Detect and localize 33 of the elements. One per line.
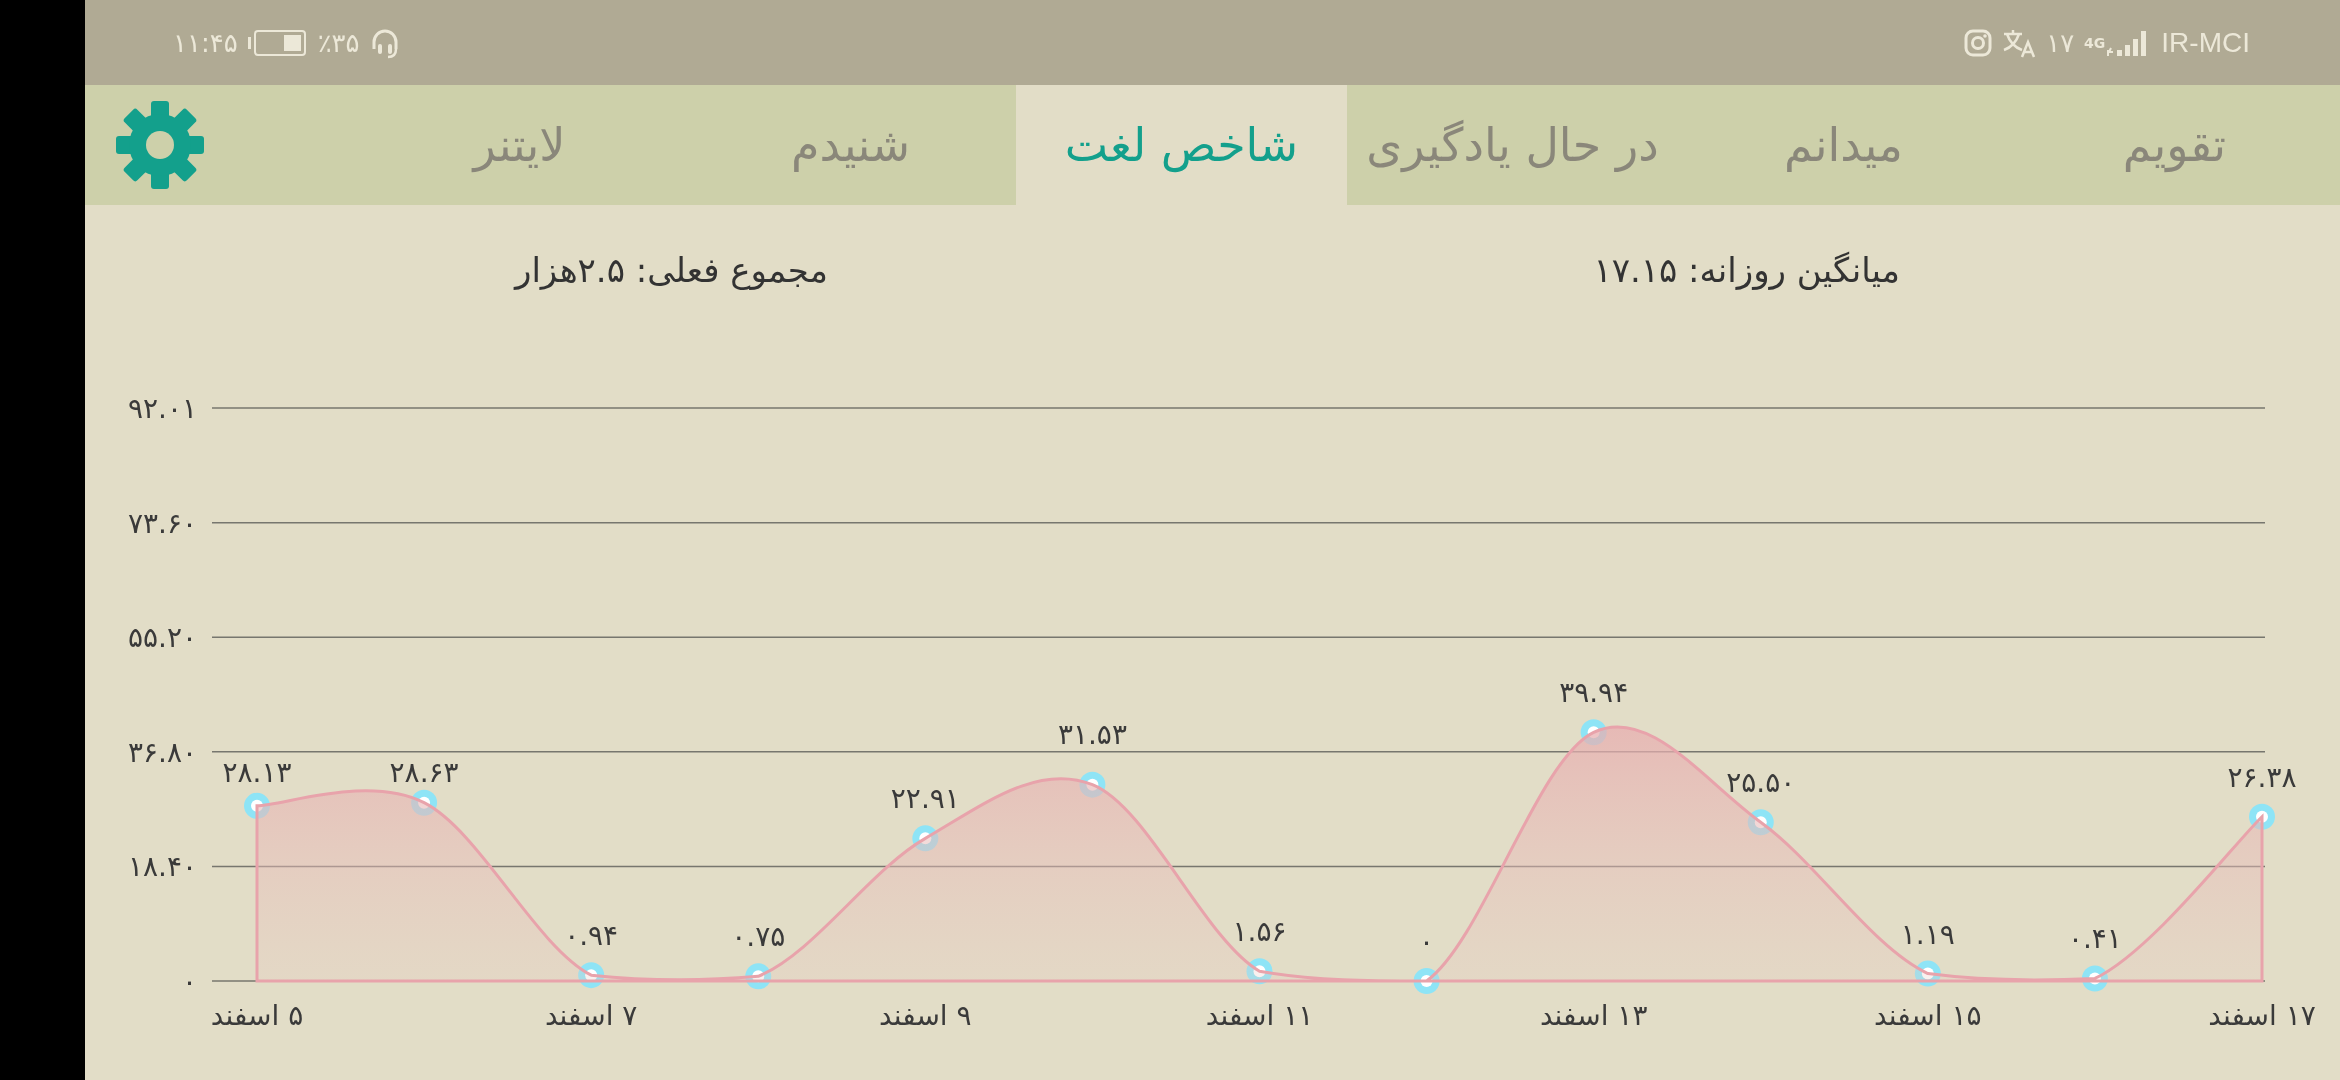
current-total: مجموع فعلی: ۲.۵هزار <box>515 250 828 290</box>
value-label: ۲۸.۶۳ <box>389 755 459 789</box>
y-axis-label: ۵۵.۲۰ <box>127 621 197 655</box>
y-axis-label: ۳۶.۸۰ <box>127 735 197 769</box>
clock: ۱۱:۴۵ <box>173 27 238 58</box>
y-axis-label: ۰ <box>181 965 197 998</box>
x-axis-label: ۱۳ اسفند <box>1539 999 1648 1032</box>
daily-average: میانگین روزانه: ۱۷.۱۵ <box>1593 250 1900 290</box>
x-axis-label: ۱۵ اسفند <box>1874 999 1982 1032</box>
value-label: ۲۸.۱۳ <box>222 755 292 789</box>
value-label: ۰.۴۱ <box>2067 922 2122 956</box>
value-label: ۳۹.۹۴ <box>1559 676 1629 710</box>
carrier-name: IR-MCI <box>2161 26 2250 59</box>
battery-percent: ٪۳۵ <box>317 27 360 58</box>
value-label: ۲۶.۳۸ <box>2227 760 2297 794</box>
notification-count: ۱۷ <box>2046 27 2075 58</box>
value-label: ۲۵.۵۰ <box>1726 766 1796 800</box>
x-axis-label: ۷ اسفند <box>544 999 638 1032</box>
y-axis-label: ۷۳.۶۰ <box>127 506 197 540</box>
y-axis-label: ۹۲.۰۱ <box>127 392 197 425</box>
x-axis-label: ۱۷ اسفند <box>2208 999 2316 1032</box>
value-label: ۲۲.۹۱ <box>890 782 960 816</box>
value-label: ۱.۱۹ <box>1900 917 1955 951</box>
y-axis-label: ۱۸.۴۰ <box>127 850 197 884</box>
value-label: ۱.۵۶ <box>1232 915 1287 949</box>
value-label: ۳۱.۵۳ <box>1057 717 1127 751</box>
value-label: ۰.۷۵ <box>731 920 786 954</box>
value-label: ۰ <box>1419 925 1435 958</box>
network-type: 4G <box>2084 34 2106 51</box>
x-axis-label: ۵ اسفند <box>210 999 304 1032</box>
value-label: ۰.۹۴ <box>564 919 619 953</box>
x-axis-label: ۹ اسفند <box>879 999 972 1032</box>
x-axis-label: ۱۱ اسفند <box>1205 999 1314 1032</box>
